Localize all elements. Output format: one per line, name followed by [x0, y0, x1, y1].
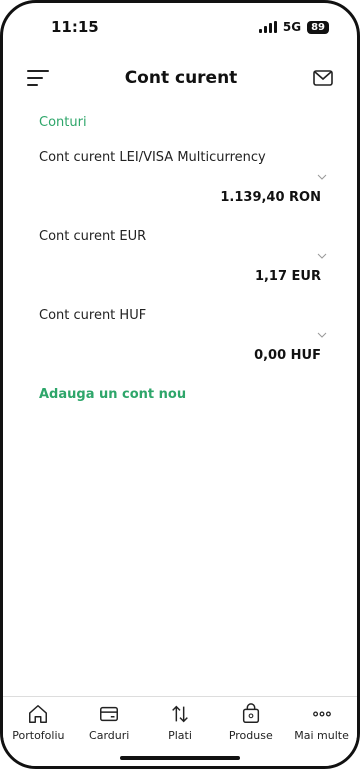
network-label: 5G — [282, 20, 302, 34]
tab-carduri[interactable]: Carduri — [75, 703, 143, 742]
status-indicators: 5G 89 — [258, 20, 329, 34]
section-title-conturi: Conturi — [39, 115, 87, 130]
shopping-bag-icon — [242, 703, 259, 723]
account-name: Cont curent EUR — [39, 229, 147, 244]
account-balance: 1,17 EUR — [254, 269, 321, 284]
account-name: Cont curent HUF — [39, 308, 147, 323]
accounts-content: Conturi Cont curent LEI/VISA Multicurren… — [39, 115, 327, 402]
home-icon — [29, 705, 48, 723]
tab-mai-multe[interactable]: Mai multe — [288, 703, 356, 742]
device-frame: 11:15 5G 89 Cont curent Conturi Cont cur… — [0, 0, 360, 769]
chevron-down-icon[interactable] — [317, 172, 327, 182]
chevron-down-icon[interactable] — [317, 251, 327, 261]
chevron-down-icon[interactable] — [317, 330, 327, 340]
account-item[interactable]: Cont curent EUR 1,17 EUR — [39, 229, 327, 308]
add-account-link[interactable]: Adauga un cont nou — [39, 387, 321, 402]
tab-plati[interactable]: Plati — [146, 703, 214, 742]
account-name: Cont curent LEI/VISA Multicurrency — [39, 150, 266, 165]
status-bar: 11:15 5G 89 — [3, 3, 357, 51]
tab-portofoliu[interactable]: Portofoliu — [4, 703, 72, 742]
account-balance: 0,00 HUF — [254, 348, 321, 363]
account-balance: 1.139,40 RON — [220, 190, 321, 205]
transfer-icon — [172, 705, 188, 723]
page-title: Cont curent — [124, 68, 238, 88]
tab-label: Plati — [168, 729, 192, 742]
tab-label: Mai multe — [294, 729, 349, 742]
mail-icon[interactable] — [313, 70, 333, 86]
tab-label: Produse — [228, 729, 273, 742]
account-item[interactable]: Cont curent LEI/VISA Multicurrency 1.139… — [39, 150, 327, 229]
menu-icon[interactable] — [27, 70, 49, 86]
app-header: Cont curent — [3, 58, 357, 98]
battery-icon: 89 — [307, 20, 329, 34]
tab-label: Carduri — [89, 729, 130, 742]
signal-icon — [258, 21, 277, 33]
more-icon — [312, 711, 331, 717]
status-time: 11:15 — [51, 18, 99, 36]
account-item[interactable]: Cont curent HUF 0,00 HUF — [39, 308, 327, 387]
tab-produse[interactable]: Produse — [217, 703, 285, 742]
home-indicator[interactable] — [120, 756, 240, 760]
card-icon — [100, 706, 119, 722]
tab-label: Portofoliu — [12, 729, 65, 742]
